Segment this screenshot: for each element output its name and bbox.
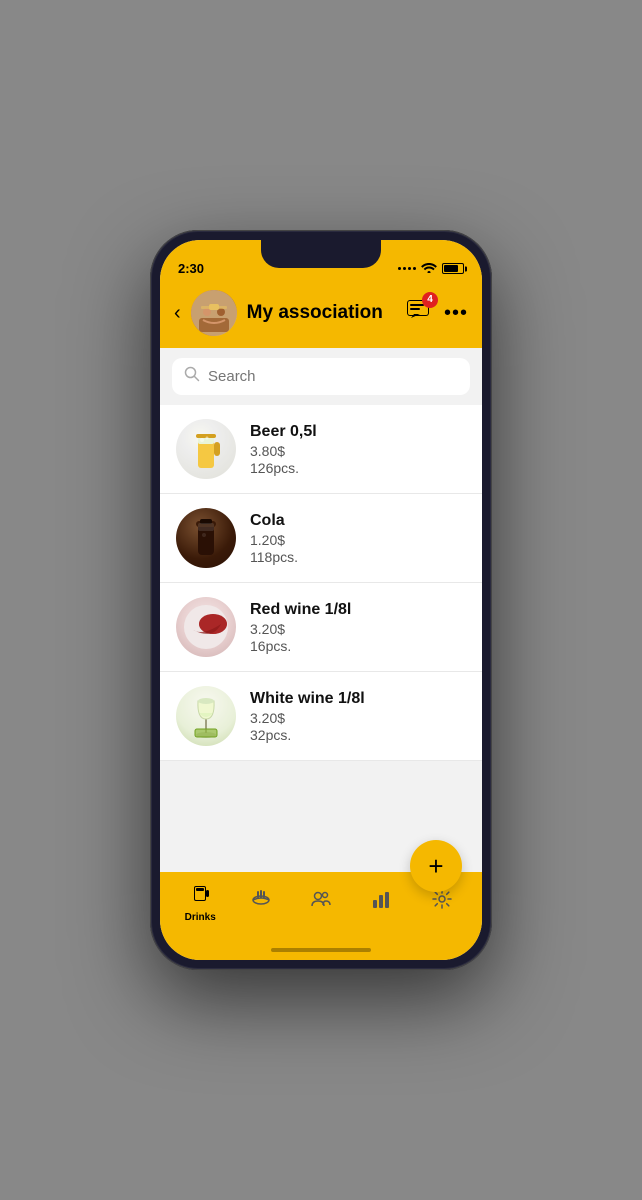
search-input[interactable] [208,368,458,385]
item-image-whitewine [176,686,236,746]
list-item[interactable]: Beer 0,5l 3.80$ 126pcs. [160,405,482,494]
item-price: 3.20$ [250,710,466,726]
settings-icon [431,888,453,916]
nav-item-stats[interactable] [351,888,411,916]
item-name: Beer 0,5l [250,423,466,441]
item-image-redwine [176,597,236,657]
page-title: My association [247,302,396,324]
item-image-cola [176,508,236,568]
home-bar [271,948,371,952]
status-time: 2:30 [178,261,204,276]
status-icons [398,261,464,276]
food-icon [250,888,272,916]
nav-item-settings[interactable] [412,888,472,916]
fab-container: + [410,840,462,892]
battery-icon [442,263,464,274]
item-price: 3.80$ [250,443,466,459]
item-info-cola: Cola 1.20$ 118pcs. [250,512,466,565]
item-image-beer [176,419,236,479]
avatar-image [191,290,237,336]
item-qty: 16pcs. [250,638,466,654]
chat-button[interactable]: 4 [406,298,432,329]
item-name: Red wine 1/8l [250,601,466,619]
add-button[interactable]: + [410,840,462,892]
header: ‹ My association [160,282,482,348]
nav-item-members[interactable] [291,888,351,916]
drinks-icon [189,882,211,910]
avatar[interactable] [191,290,237,336]
signal-icon [398,267,416,270]
back-button[interactable]: ‹ [174,303,181,323]
item-qty: 32pcs. [250,727,466,743]
list-item[interactable]: Cola 1.20$ 118pcs. [160,494,482,583]
list-item[interactable]: White wine 1/8l 3.20$ 32pcs. [160,672,482,761]
notification-badge: 4 [422,292,438,308]
phone-screen: 2:30 [160,240,482,960]
item-name: White wine 1/8l [250,690,466,708]
nav-item-drinks[interactable]: Drinks [170,882,230,923]
items-list: Beer 0,5l 3.80$ 126pcs. C [160,405,482,872]
stats-icon [370,888,392,916]
item-info-beer: Beer 0,5l 3.80$ 126pcs. [250,423,466,476]
item-info-redwine: Red wine 1/8l 3.20$ 16pcs. [250,601,466,654]
members-icon [310,888,332,916]
search-bar [172,358,470,395]
header-actions: 4 ••• [406,298,468,329]
wifi-icon [421,261,437,276]
nav-label-drinks: Drinks [185,912,216,923]
item-name: Cola [250,512,466,530]
list-item[interactable]: Red wine 1/8l 3.20$ 16pcs. [160,583,482,672]
more-button[interactable]: ••• [444,302,468,325]
item-qty: 118pcs. [250,549,466,565]
nav-item-food[interactable] [230,888,290,916]
item-price: 1.20$ [250,532,466,548]
phone-shell: 2:30 [150,230,492,970]
search-icon [184,366,200,387]
home-indicator [160,940,482,960]
item-info-whitewine: White wine 1/8l 3.20$ 32pcs. [250,690,466,743]
item-qty: 126pcs. [250,460,466,476]
notch [261,240,381,268]
item-price: 3.20$ [250,621,466,637]
